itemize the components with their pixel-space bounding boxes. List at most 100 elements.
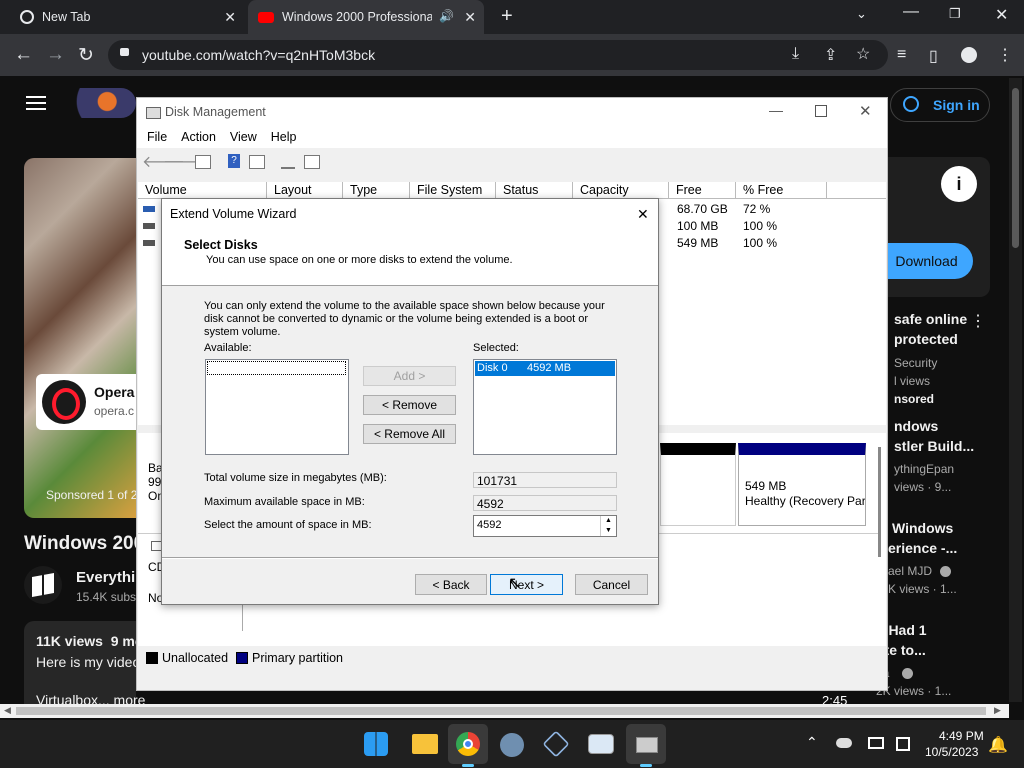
channel-avatar[interactable] <box>24 566 62 604</box>
info-icon[interactable]: i <box>941 166 977 202</box>
dm-title-bar[interactable]: Disk Management — ✕ <box>137 98 887 126</box>
tab-search-icon[interactable]: ⌄ <box>856 6 867 22</box>
menu-action[interactable]: Action <box>181 130 216 144</box>
col-layout[interactable]: Layout <box>267 182 343 199</box>
max-space-field: 4592 <box>473 495 617 511</box>
scrollbar-thumb[interactable] <box>878 447 881 557</box>
channel-name[interactable]: Everythi <box>76 569 135 586</box>
more-options-icon[interactable]: ⋮ <box>970 311 986 331</box>
video-player[interactable] <box>24 158 136 518</box>
lower-scrollbar[interactable] <box>875 443 885 563</box>
col-free-space[interactable]: Free Spa... <box>669 182 736 214</box>
side-panel-icon[interactable]: ▯ <box>929 46 938 66</box>
col-capacity[interactable]: Capacity <box>573 182 669 199</box>
console-tree-icon[interactable] <box>195 155 211 169</box>
resource-monitor-icon[interactable] <box>588 734 614 754</box>
reload-icon[interactable]: ↻ <box>78 44 94 67</box>
onedrive-icon[interactable] <box>836 738 852 748</box>
restore-icon[interactable]: ❐ <box>949 6 961 22</box>
dm-menu-bar: File Action View Help <box>137 126 887 148</box>
back-button[interactable]: < Back <box>415 574 487 595</box>
notification-bell-icon[interactable]: 🔔 <box>988 735 1008 755</box>
close-tab-icon[interactable]: ✕ <box>464 9 476 26</box>
col-volume[interactable]: Volume <box>138 182 267 199</box>
scroll-left-icon[interactable]: ◀ <box>4 705 11 716</box>
wizard-close-icon[interactable]: ✕ <box>637 199 649 229</box>
connect-icon[interactable] <box>281 155 295 169</box>
dm-minimize-icon[interactable]: — <box>769 102 783 118</box>
tab-strip: New Tab ✕ Windows 2000 Professional 🔊 ✕ … <box>0 0 1024 34</box>
menu-dots-icon[interactable]: ⋮ <box>997 45 1013 65</box>
menu-file[interactable]: File <box>147 130 167 144</box>
wizard-title-bar[interactable]: Extend Volume Wizard ✕ <box>162 199 658 229</box>
hamburger-menu-icon[interactable] <box>26 96 46 110</box>
forward-icon[interactable]: → <box>46 44 65 66</box>
opera-ad-card[interactable]: Opera opera.c <box>36 374 136 430</box>
sidebar-video-1[interactable]: ndows stler Build... ythingEpan views · … <box>890 416 990 496</box>
spin-up-icon[interactable]: ▲ <box>600 516 616 526</box>
selected-disk-item[interactable]: Disk 0 4592 MB <box>475 361 615 376</box>
remove-button[interactable]: < Remove <box>363 395 456 415</box>
col-file-system[interactable]: File System <box>410 182 496 199</box>
amount-spinbox[interactable]: 4592 ▲ ▼ <box>473 515 617 537</box>
sidebar-ad-title-1: safe online <box>894 311 968 327</box>
col-status[interactable]: Status <box>496 182 573 199</box>
recovery-status: Healthy (Recovery Par <box>745 494 865 508</box>
help-icon[interactable]: ? <box>228 154 240 168</box>
menu-view[interactable]: View <box>230 130 257 144</box>
install-icon[interactable]: ⤓ <box>792 45 799 63</box>
scrollbar-thumb[interactable] <box>1012 88 1019 248</box>
verified-icon <box>902 668 913 679</box>
back-icon[interactable]: ← <box>14 44 33 66</box>
dm-maximize-icon[interactable] <box>815 105 827 117</box>
partition-unallocated-block[interactable] <box>660 443 736 526</box>
display-icon[interactable] <box>868 737 884 749</box>
sidebar-ad-source: Security <box>894 356 938 370</box>
close-window-icon[interactable]: ✕ <box>995 5 1008 25</box>
scroll-right-icon[interactable]: ▶ <box>994 705 1001 716</box>
horizontal-scrollbar[interactable]: ◀ ▶ <box>0 704 1009 718</box>
media-control-icon[interactable]: ≡ <box>897 46 906 64</box>
address-bar[interactable]: youtube.com/watch?v=q2nHToM3bck ⤓ ⇪ ☆ <box>108 40 888 70</box>
sidebar-video-3[interactable]: u Had 1 ute to... ga 2K views · 1... <box>872 620 990 700</box>
sign-in-button[interactable]: Sign in <box>890 88 990 122</box>
menu-help[interactable]: Help <box>271 130 297 144</box>
disk-management-taskbar-icon[interactable] <box>626 724 666 764</box>
cancel-button[interactable]: Cancel <box>575 574 648 595</box>
settings-list-icon[interactable] <box>304 155 320 169</box>
tab-youtube[interactable]: Windows 2000 Professional 🔊 ✕ <box>248 0 484 34</box>
share-icon[interactable]: ⇪ <box>824 45 837 65</box>
close-tab-icon[interactable]: ✕ <box>224 9 236 26</box>
col-type[interactable]: Type <box>343 182 410 199</box>
selected-disks-list[interactable]: Disk 0 4592 MB <box>473 359 617 455</box>
sidebar-video-2[interactable]: Windows erience -... ael MJD K views · 1… <box>884 518 990 598</box>
add-button[interactable]: Add > <box>363 366 456 386</box>
spin-down-icon[interactable]: ▼ <box>600 526 616 536</box>
youtube-logo[interactable] <box>64 88 136 118</box>
new-tab-icon[interactable]: + <box>501 5 513 28</box>
properties-icon[interactable] <box>249 155 265 169</box>
scrollbar-thumb[interactable] <box>16 707 986 715</box>
audio-icon[interactable]: 🔊 <box>439 9 454 23</box>
partition-recovery[interactable]: 549 MB Healthy (Recovery Par <box>738 443 866 526</box>
next-button[interactable]: Next > <box>490 574 563 595</box>
network-icon[interactable] <box>896 737 910 751</box>
download-button[interactable]: Download <box>880 243 973 279</box>
profile-icon[interactable] <box>961 47 977 63</box>
settings-gear-icon[interactable] <box>500 733 524 757</box>
page-scrollbar[interactable] <box>1009 78 1022 702</box>
file-explorer-icon[interactable] <box>412 734 438 754</box>
remove-all-button[interactable]: < Remove All <box>363 424 456 444</box>
col-percent-free[interactable]: % Free <box>736 182 827 199</box>
clock-time[interactable]: 4:49 PM <box>939 729 984 743</box>
start-windows-icon[interactable] <box>364 732 388 756</box>
tab-new-tab[interactable]: New Tab ✕ <box>8 0 244 34</box>
clock-date[interactable]: 10/5/2023 <box>925 745 978 759</box>
dm-close-icon[interactable]: ✕ <box>859 102 872 120</box>
wizard-heading: Select Disks <box>184 238 258 252</box>
bookmark-star-icon[interactable]: ☆ <box>856 44 870 64</box>
available-disks-list[interactable] <box>205 359 349 455</box>
minimize-icon[interactable]: — <box>903 3 919 21</box>
show-hidden-icons-icon[interactable]: ⌃ <box>806 734 818 751</box>
chrome-taskbar-icon[interactable] <box>448 724 488 764</box>
